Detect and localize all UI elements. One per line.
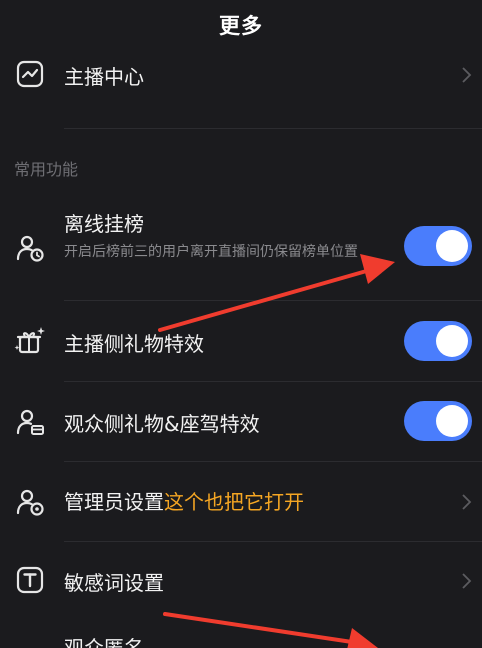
setting-label: 观众匿名 — [64, 636, 144, 648]
setting-viewer-gift-effects: 观众侧礼物&座驾特效 — [0, 382, 482, 462]
page-title: 更多 — [219, 14, 263, 38]
annotation-text: 这个也把它打开 — [164, 490, 304, 514]
section-label: 常用功能 — [14, 160, 79, 179]
menu-item-label: 管理员设置 — [64, 490, 164, 514]
menu-item-anchor-center[interactable]: 主播中心 — [0, 52, 482, 128]
menu-item-sensitive-words[interactable]: 敏感词设置 — [0, 542, 482, 620]
divider — [64, 128, 482, 129]
chart-box-icon — [14, 58, 46, 90]
toggle-knob — [436, 405, 468, 437]
toggle-knob — [436, 230, 468, 262]
user-gear-icon — [14, 486, 46, 518]
setting-anchor-gift-effects: 主播侧礼物特效 — [0, 301, 482, 381]
menu-item-label: 敏感词设置 — [64, 571, 164, 595]
t-box-icon — [14, 564, 46, 596]
chevron-right-icon — [460, 66, 472, 84]
setting-label: 主播侧礼物特效 — [64, 332, 204, 356]
chevron-right-icon — [460, 572, 472, 590]
offline-ranking-toggle[interactable] — [404, 226, 472, 266]
toggle-knob — [436, 325, 468, 357]
user-gift-icon — [14, 406, 46, 438]
setting-viewer-anonymous: 观众匿名 — [0, 620, 482, 648]
chevron-right-icon — [460, 493, 472, 511]
viewer-gift-effects-toggle[interactable] — [404, 401, 472, 441]
setting-label: 观众侧礼物&座驾特效 — [64, 412, 260, 436]
anchor-gift-effects-toggle[interactable] — [404, 321, 472, 361]
user-clock-icon — [14, 232, 46, 264]
page-header: 更多 — [0, 0, 482, 52]
menu-item-label: 主播中心 — [64, 65, 144, 89]
setting-label: 离线挂榜 — [64, 212, 144, 236]
setting-description: 开启后榜前三的用户离开直播间仍保留榜单位置 — [64, 244, 358, 260]
gift-sparkle-icon — [14, 325, 46, 357]
setting-offline-ranking: 离线挂榜 开启后榜前三的用户离开直播间仍保留榜单位置 — [0, 196, 482, 300]
